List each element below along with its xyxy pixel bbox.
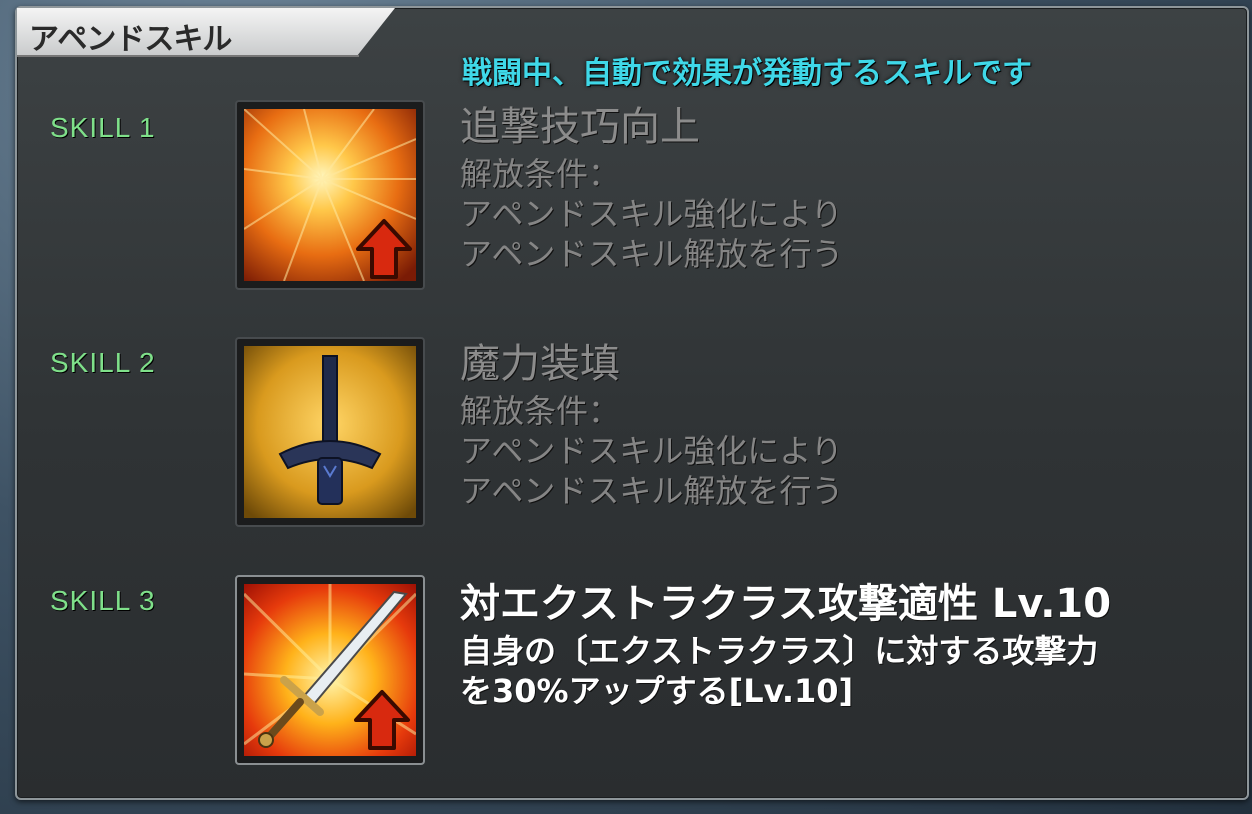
skill-icon-frame[interactable] <box>235 100 425 290</box>
panel-hint: 戦闘中、自動で効果が発動するスキルです <box>462 56 1032 91</box>
skill-desc: 自身の〔エクストラクラス〕に対する攻撃力 を30%アップする[Lv.10] <box>460 632 1099 710</box>
skill-label: SKILL 1 <box>50 112 156 143</box>
skill-name: 対エクストラクラス攻撃適性 Lv.10 <box>460 581 1112 627</box>
skill-desc: 解放条件： アペンドスキル強化により アペンドスキル解放を行う <box>460 155 844 273</box>
panel-title: アペンドスキル <box>29 22 232 57</box>
skill-desc: 解放条件： アペンドスキル強化により アペンドスキル解放を行う <box>460 392 844 510</box>
burst-arrow-up-icon <box>244 109 416 281</box>
skill-icon-frame[interactable] <box>235 337 425 527</box>
skill-label: SKILL 3 <box>50 585 156 616</box>
panel-title-tab: アペンドスキル <box>17 8 397 60</box>
append-skill-panel: アペンドスキル 戦闘中、自動で効果が発動するスキルです SKILL 1 追撃技巧… <box>15 6 1249 800</box>
sword-arrow-up-icon <box>244 584 416 756</box>
skill-icon-frame[interactable] <box>235 575 425 765</box>
skill-name: 追撃技巧向上 <box>460 104 700 150</box>
sword-icon <box>244 346 416 518</box>
skill-name: 魔力装填 <box>460 341 620 387</box>
skill-label: SKILL 2 <box>50 347 156 378</box>
